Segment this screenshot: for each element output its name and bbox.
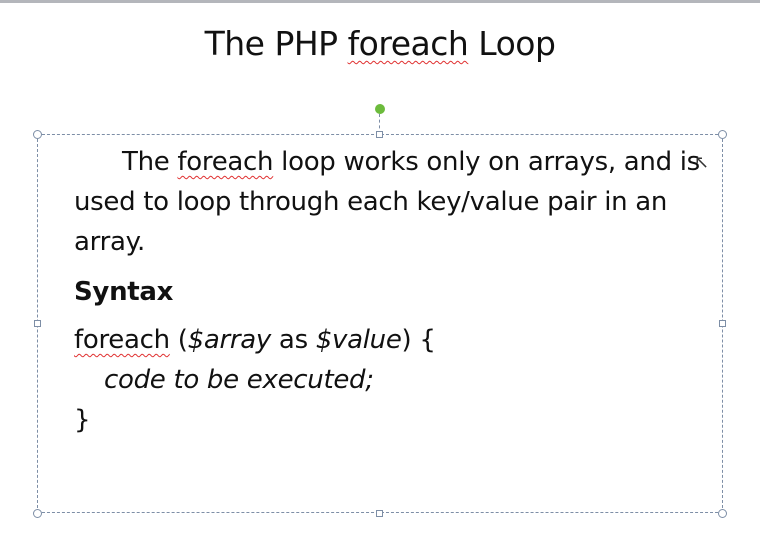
resize-handle-ne[interactable] <box>718 130 727 139</box>
code-line-2: code to be executed; <box>104 365 374 395</box>
code-open: ( <box>169 325 188 355</box>
code-value-var: $value <box>315 325 402 355</box>
code-as: as <box>270 325 316 355</box>
title-text: The PHP <box>204 24 348 63</box>
resize-handle-sw[interactable] <box>33 509 42 518</box>
syntax-heading: Syntax <box>74 277 174 307</box>
code-close: ) { <box>401 325 436 355</box>
title-keyword: foreach <box>347 24 469 63</box>
rotate-handle[interactable] <box>375 104 385 114</box>
resize-handle-se[interactable] <box>718 509 727 518</box>
slide-title[interactable]: The PHP foreach Loop <box>0 24 760 63</box>
resize-handle-nw[interactable] <box>33 130 42 139</box>
resize-handle-w[interactable] <box>34 320 41 327</box>
code-line-1: foreach ($array as $value) { <box>74 320 714 360</box>
code-array-var: $array <box>187 325 272 355</box>
intro-pre: The <box>122 147 178 177</box>
resize-handle-n[interactable] <box>376 131 383 138</box>
window-top-border <box>0 0 760 3</box>
mouse-cursor-icon: ↖ <box>694 152 710 173</box>
code-line-3: } <box>74 405 91 435</box>
code-keyword: foreach <box>74 325 170 355</box>
title-text-end: Loop <box>468 24 556 63</box>
textbox-content: The foreach loop works only on arrays, a… <box>74 142 714 440</box>
resize-handle-s[interactable] <box>376 510 383 517</box>
intro-paragraph: The foreach loop works only on arrays, a… <box>74 142 714 262</box>
intro-keyword: foreach <box>177 147 274 177</box>
resize-handle-e[interactable] <box>719 320 726 327</box>
